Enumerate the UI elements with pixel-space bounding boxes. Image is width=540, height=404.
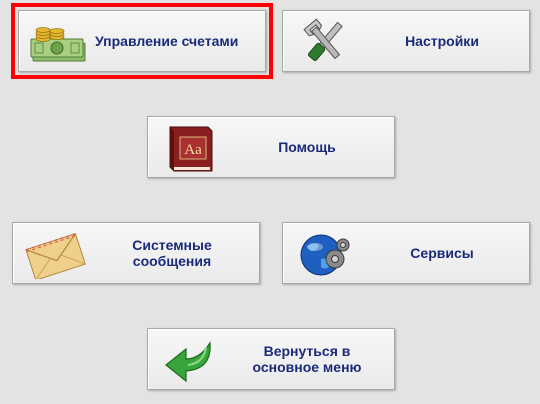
tools-icon bbox=[291, 17, 359, 67]
back-arrow-icon bbox=[156, 335, 224, 385]
manage-accounts-button[interactable]: Управление счетами bbox=[11, 3, 273, 79]
system-messages-button[interactable]: Системные сообщения bbox=[12, 222, 260, 284]
main-menu-screen: Управление счетами Настройки Aa Помощь С… bbox=[0, 0, 540, 404]
book-icon: Aa bbox=[156, 123, 224, 173]
services-button[interactable]: Сервисы bbox=[282, 222, 530, 284]
back-to-main-menu-label: Вернуться в основное меню bbox=[252, 343, 362, 375]
globe-icon bbox=[291, 229, 359, 279]
manage-accounts-label: Управление счетами bbox=[95, 33, 239, 49]
envelope-icon bbox=[21, 229, 89, 279]
back-to-main-menu-button[interactable]: Вернуться в основное меню bbox=[147, 328, 395, 390]
help-button[interactable]: Aa Помощь bbox=[147, 116, 395, 178]
book-cover-text: Aa bbox=[184, 142, 202, 158]
settings-button[interactable]: Настройки bbox=[282, 10, 530, 72]
money-icon bbox=[27, 17, 95, 67]
system-messages-label: Системные сообщения bbox=[132, 237, 212, 269]
services-label: Сервисы bbox=[410, 245, 474, 261]
settings-label: Настройки bbox=[405, 33, 479, 49]
help-label: Помощь bbox=[278, 139, 336, 155]
